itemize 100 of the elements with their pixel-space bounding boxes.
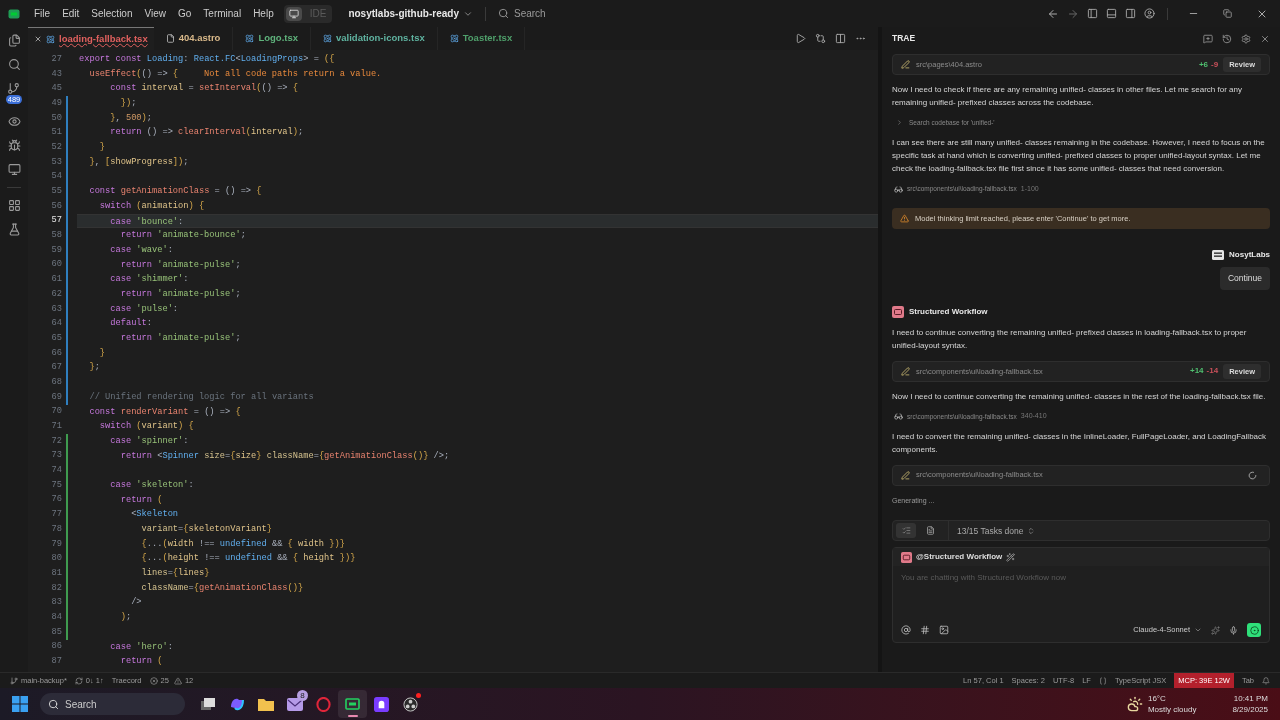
menu-item[interactable]: Help [247, 6, 280, 21]
line-number: 65 [50, 331, 62, 345]
source-control-icon[interactable] [7, 82, 21, 95]
line-number: 77 [50, 508, 62, 522]
code-line: // Unified rendering logic for all variants [88, 390, 315, 404]
eye-icon[interactable] [7, 115, 21, 128]
new-chat-icon[interactable] [1203, 33, 1213, 44]
code-line: case 'skeleton': [109, 478, 195, 492]
folder-icon [257, 697, 274, 711]
task-list-view-button[interactable] [896, 523, 916, 539]
mail-icon [286, 697, 303, 711]
code-line: }, [showProgress]); [88, 155, 190, 169]
user-name: NosytLabs [1229, 249, 1270, 262]
line-number: 72 [50, 434, 62, 448]
code-line: return () => clearInterval(interval); [109, 126, 305, 140]
code-line: switch (variant) { [98, 420, 195, 434]
right-panel-toggle-icon[interactable] [1125, 8, 1136, 19]
clock-date[interactable]: 8/29/2025 [1232, 704, 1268, 715]
panel-title: TRAE [892, 32, 916, 45]
tasks-summary[interactable]: 13/15 Tasks done [957, 524, 1024, 537]
search-icon[interactable] [7, 58, 21, 71]
ghost-icon [374, 696, 389, 712]
sparkle-icon[interactable] [1211, 625, 1220, 635]
code-line: return 'animate-pulse'; [119, 332, 242, 346]
agent-avatar-icon [901, 551, 912, 563]
line-number: 55 [50, 185, 62, 198]
message-text: I need to continue converting the remaining unified- prefixed classes in loading-fallback.tsx to proper unified-layout syntax. [892, 327, 1248, 353]
send-button[interactable] [1247, 623, 1261, 638]
code-line: {...(width !== undefined && { width })} [140, 537, 346, 551]
split-editor-icon[interactable] [835, 33, 846, 44]
line-number: 76 [50, 493, 62, 507]
menu-item[interactable]: File [28, 6, 57, 21]
monitor-icon[interactable] [7, 163, 21, 176]
flask-icon[interactable] [7, 223, 21, 236]
code-line: case 'hero': [109, 640, 174, 654]
restore-icon[interactable] [1223, 9, 1232, 18]
line-number: 62 [50, 287, 62, 301]
search-placeholder: Search [65, 697, 97, 712]
code-line: useEffect(() => { [88, 67, 179, 81]
error-icon [149, 676, 158, 685]
code-line: <Skeleton [130, 508, 180, 522]
menu-item[interactable]: View [138, 6, 172, 21]
menu-item[interactable]: Selection [85, 6, 139, 21]
line-number: 67 [50, 361, 62, 375]
menu-item[interactable]: Terminal [197, 6, 248, 21]
taskbar-app[interactable]: 8 [280, 690, 309, 718]
warning-icon [173, 676, 182, 685]
code-line: case 'spinner': [109, 434, 190, 448]
braces-icon[interactable] [1098, 676, 1107, 685]
notification-icon[interactable] [1262, 676, 1270, 685]
code-line: }; [88, 361, 101, 375]
explorer-icon[interactable] [7, 34, 21, 47]
message-text: I can see there are still many unified- classes remaining in the codebase. However, I need to focus on the specific task at hand which is converting unified- prefixed classes to proper unified-layout syntax. Let me check the loading-fallback.tsx file first since it has some unified- classes that need conversion. [892, 136, 1266, 176]
close-icon[interactable] [1260, 33, 1270, 44]
line-number: 85 [50, 625, 62, 639]
added-count: +14 [1190, 365, 1204, 378]
extensions-icon[interactable] [7, 199, 21, 212]
user-avatar-icon [1212, 250, 1225, 261]
clock-time[interactable]: 10:41 PM [1233, 693, 1268, 704]
line-number: 61 [50, 273, 62, 287]
menu-item[interactable]: Edit [56, 6, 86, 21]
search-field[interactable]: Search [513, 6, 546, 21]
back-icon[interactable] [1047, 7, 1059, 20]
line-number: 83 [50, 596, 62, 610]
line-number: 58 [50, 229, 62, 243]
line-number: 81 [50, 566, 62, 580]
history-icon[interactable] [1222, 33, 1232, 44]
taskbar-search-field[interactable]: Search [40, 693, 185, 715]
line-number: 87 [50, 655, 62, 668]
settings-icon[interactable] [1241, 33, 1251, 44]
sidebar-toggle-icon[interactable] [1087, 8, 1098, 19]
react-file-icon [449, 34, 459, 43]
image-icon[interactable] [939, 625, 949, 636]
code-line: lines={lines} [140, 567, 211, 581]
code-line: switch (animation) { [98, 199, 206, 213]
taskbar-app[interactable] [338, 690, 367, 718]
mention-icon[interactable] [901, 625, 911, 636]
agent-mention[interactable]: @Structured Workflow [916, 551, 1003, 564]
editor-tab[interactable]: loading-fallback.tsx [28, 27, 154, 50]
hash-icon[interactable] [920, 625, 930, 636]
line-number: 53 [50, 155, 62, 169]
close-icon[interactable] [34, 35, 42, 43]
line-number: 43 [50, 67, 62, 81]
line-number: 66 [50, 346, 62, 360]
windows-logo-icon[interactable] [12, 696, 28, 712]
run-icon[interactable] [795, 33, 806, 44]
account-icon[interactable] [1144, 8, 1155, 19]
debug-icon[interactable] [7, 139, 21, 152]
user-message: Continue [1219, 267, 1270, 291]
line-number: 52 [50, 140, 62, 154]
line-number: 80 [50, 552, 62, 566]
menu-item[interactable]: Go [172, 6, 198, 21]
code-line: default: [109, 317, 153, 331]
line-number: 27 [50, 52, 62, 66]
panel-toggle-icon[interactable] [1106, 8, 1117, 19]
compare-icon[interactable] [815, 33, 826, 44]
microphone-icon[interactable] [1229, 625, 1238, 635]
project-name[interactable]: nosytlabs-github-ready [348, 6, 459, 21]
code-line: }); [119, 97, 138, 111]
code-line: return <Spinner size={size} className={getAnimationClass()} />; [119, 449, 451, 463]
